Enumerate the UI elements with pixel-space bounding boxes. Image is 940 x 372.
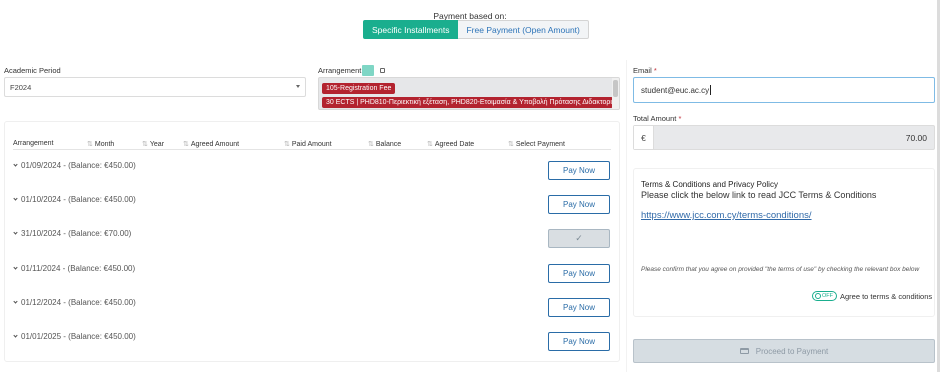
total-amount-label: Total Amount * xyxy=(633,114,682,123)
total-amount-field: € 70.00 xyxy=(633,125,935,150)
agree-terms-label: Agree to terms & conditions xyxy=(840,291,933,301)
total-amount-value: 70.00 xyxy=(905,132,927,143)
table-row[interactable]: 31/10/2024 - (Balance: €70.00) xyxy=(13,229,131,238)
terms-confirm-text: Please confirm that you agree on provide… xyxy=(641,266,920,273)
sort-icon: ⇅ xyxy=(183,141,189,148)
sort-icon: ⇅ xyxy=(142,141,148,148)
email-label: Email * xyxy=(633,66,657,75)
col-header-year[interactable]: ⇅ Year xyxy=(142,140,164,148)
table-header-divider xyxy=(13,149,611,150)
payment-mode-toggle: Specific Installments Free Payment (Open… xyxy=(363,20,589,39)
paid-check-button[interactable]: ✓ xyxy=(548,229,610,248)
chevron-down-icon xyxy=(296,85,300,88)
toggle-knob xyxy=(815,293,821,299)
proceed-to-payment-button[interactable]: Proceed to Payment xyxy=(633,339,935,363)
pay-now-button[interactable]: Pay Now xyxy=(548,264,610,283)
chevron-down-icon xyxy=(13,196,18,201)
chevron-down-icon xyxy=(13,230,18,235)
agree-terms-toggle[interactable]: OFF xyxy=(812,291,837,301)
terms-link[interactable]: https://www.jcc.com.cy/terms-conditions/ xyxy=(641,210,812,221)
pay-now-button[interactable]: Pay Now xyxy=(548,332,610,351)
check-icon: ✓ xyxy=(575,233,583,243)
academic-period-label: Academic Period xyxy=(4,66,61,75)
table-row[interactable]: 01/10/2024 - (Balance: €450.00) xyxy=(13,195,136,204)
pay-now-button[interactable]: Pay Now xyxy=(548,298,610,317)
pay-now-button[interactable]: Pay Now xyxy=(548,195,610,214)
arrangement-tag[interactable]: 30 ECTS | PHD810-Περιεκτική εξέταση, PHD… xyxy=(322,97,613,108)
pay-now-button[interactable]: Pay Now xyxy=(548,161,610,180)
academic-period-value: F2024 xyxy=(10,82,32,92)
chevron-down-icon xyxy=(13,265,18,270)
terms-panel: Terms & Conditions and Privacy Policy Pl… xyxy=(633,168,935,317)
free-payment-button[interactable]: Free Payment (Open Amount) xyxy=(458,20,589,39)
scrollbar-thumb[interactable] xyxy=(613,80,618,97)
arrangement-tag[interactable]: 105-Registration Fee xyxy=(322,83,396,94)
table-row[interactable]: 01/01/2025 - (Balance: €450.00) xyxy=(13,332,136,341)
terms-title: Terms & Conditions and Privacy Policy xyxy=(641,180,778,189)
email-field[interactable]: student@euc.ac.cy xyxy=(633,77,935,103)
column-divider xyxy=(626,60,627,372)
col-header-agreed-amount[interactable]: ⇅ Agreed Amount xyxy=(183,140,239,148)
credit-card-icon xyxy=(739,348,749,354)
sort-icon: ⇅ xyxy=(508,141,514,148)
col-header-agreed-date[interactable]: ⇅ Agreed Date xyxy=(427,140,474,148)
arrangement-checkbox[interactable] xyxy=(380,68,385,73)
arrangement-color-swatch xyxy=(362,65,374,76)
euro-icon: € xyxy=(634,126,654,149)
table-row[interactable]: 01/11/2024 - (Balance: €450.00) xyxy=(13,264,135,273)
chevron-down-icon xyxy=(13,299,18,304)
col-header-paid-amount[interactable]: ⇅ Paid Amount xyxy=(284,140,332,148)
sort-icon: ⇅ xyxy=(87,141,93,148)
academic-period-select[interactable]: F2024 xyxy=(4,77,306,97)
col-header-select-payment[interactable]: ⇅ Select Payment xyxy=(508,140,565,148)
arrangement-label: Arrangement xyxy=(318,66,362,75)
specific-installments-button[interactable]: Specific Installments xyxy=(363,20,459,39)
col-header-month[interactable]: ⇅ Month xyxy=(87,140,114,148)
col-header-arrangement[interactable]: Arrangement xyxy=(13,140,53,147)
table-row[interactable]: 01/09/2024 - (Balance: €450.00) xyxy=(13,161,136,170)
arrangement-scrollbar[interactable] xyxy=(612,78,619,109)
sort-icon: ⇅ xyxy=(284,141,290,148)
chevron-down-icon xyxy=(13,333,18,338)
sort-icon: ⇅ xyxy=(427,141,433,148)
table-row[interactable]: 01/12/2024 - (Balance: €450.00) xyxy=(13,298,136,307)
chevron-down-icon xyxy=(13,162,18,167)
agree-terms-toggle-row: OFF Agree to terms & conditions xyxy=(812,291,932,301)
terms-text: Please click the below link to read JCC … xyxy=(641,190,877,200)
col-header-balance[interactable]: ⇅ Balance xyxy=(368,140,401,148)
installments-table: Arrangement ⇅ Month ⇅ Year ⇅ Agreed Amount … xyxy=(4,121,620,362)
text-caret xyxy=(710,85,712,95)
sort-icon: ⇅ xyxy=(368,141,374,148)
arrangement-multiselect[interactable]: 105-Registration Fee 30 ECTS | PHD810-Πε… xyxy=(318,77,620,110)
